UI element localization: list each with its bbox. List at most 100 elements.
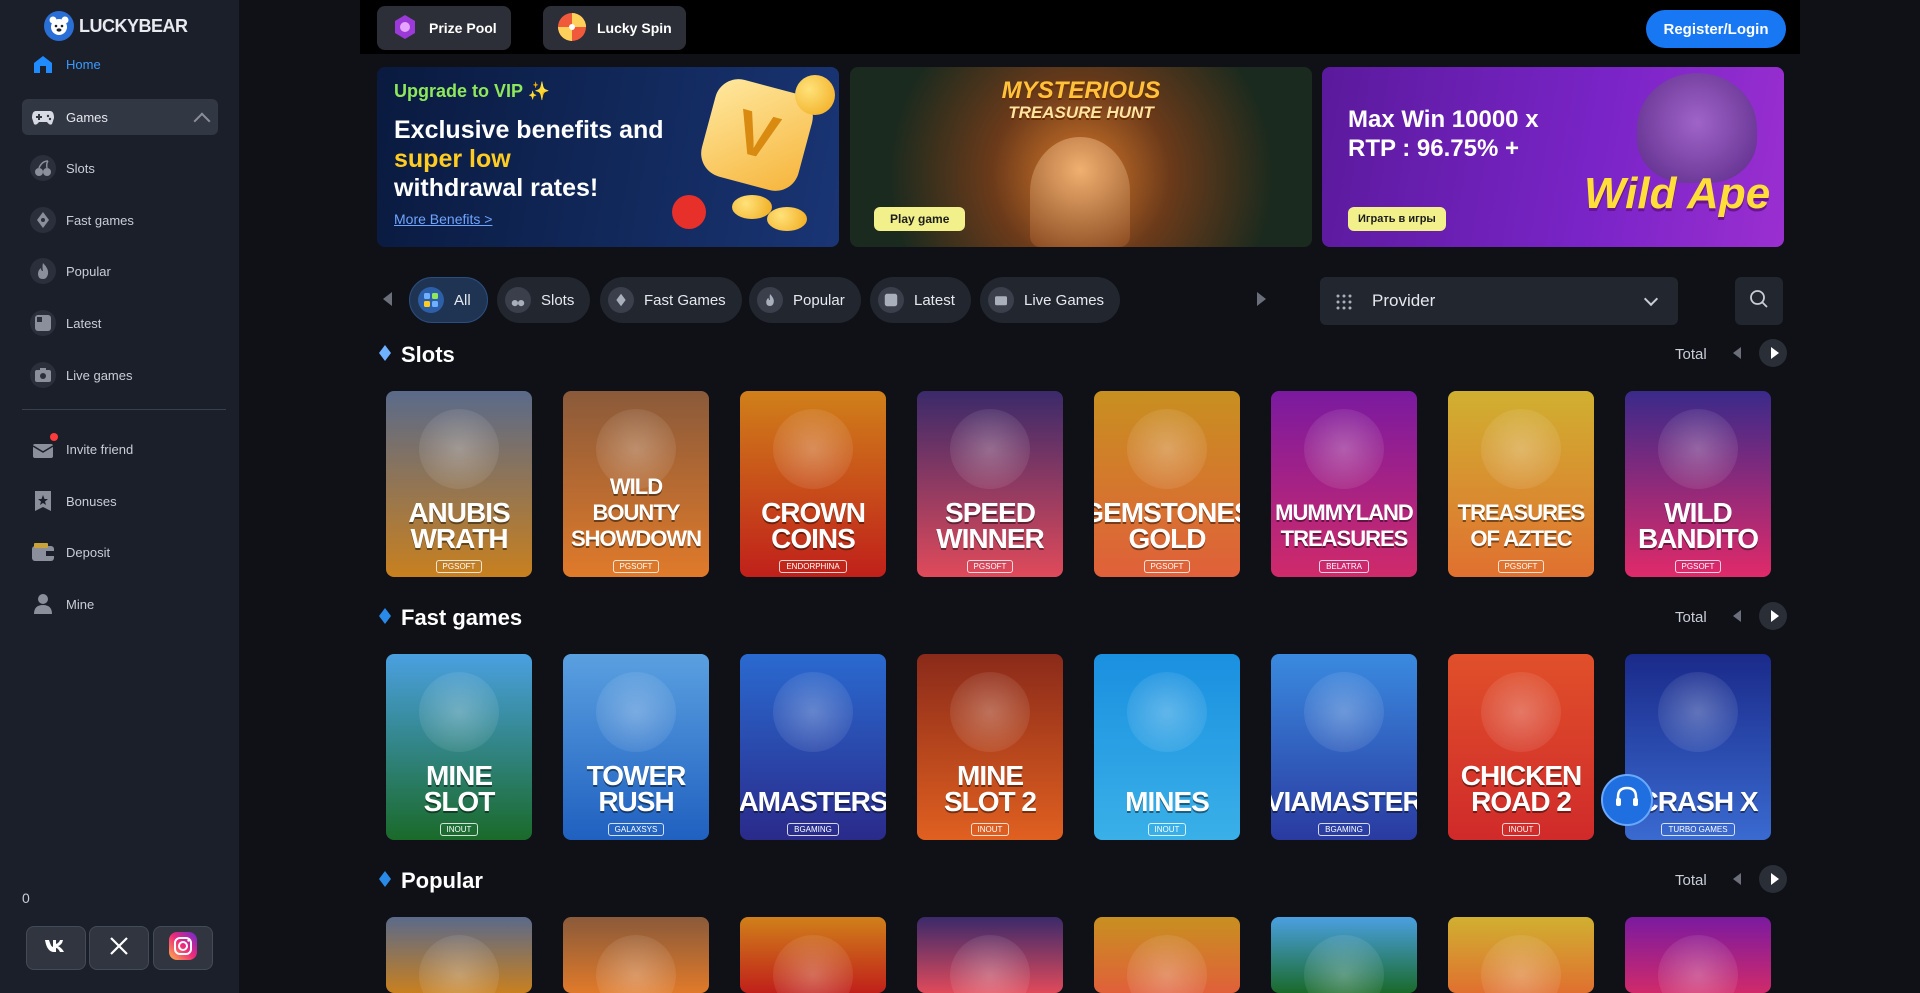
sidebar-item-mine[interactable]: Mine xyxy=(22,586,218,622)
home-icon xyxy=(30,51,56,77)
flame-icon xyxy=(30,258,56,284)
section-total-link[interactable]: Total xyxy=(1675,609,1707,626)
play-game-button[interactable]: Play game xyxy=(874,207,966,231)
game-artwork xyxy=(1127,672,1207,752)
game-card[interactable]: Gemstones Gold PGSOFT xyxy=(1094,391,1240,577)
filter-tab-label: Slots xyxy=(541,291,575,309)
game-provider-badge: INOUT xyxy=(970,823,1010,836)
game-card[interactable] xyxy=(563,917,709,993)
play-games-button[interactable]: Играть в игры xyxy=(1348,207,1446,231)
game-card[interactable]: Treasures of Aztec PGSOFT xyxy=(1448,391,1594,577)
provider-dropdown[interactable]: Provider xyxy=(1320,277,1678,325)
game-title: Aviamasters xyxy=(1271,786,1417,817)
sidebar-item-bonuses[interactable]: Bonuses xyxy=(22,483,218,519)
filter-tab-all[interactable]: All xyxy=(409,277,488,323)
game-provider-badge: PGSOFT xyxy=(1143,560,1191,573)
game-artwork xyxy=(950,672,1030,752)
section-next-arrow[interactable] xyxy=(1759,865,1787,893)
game-artwork xyxy=(773,672,853,752)
game-card[interactable] xyxy=(740,917,886,993)
section-title-label: Fast games xyxy=(401,605,523,630)
sidebar-item-label: Home xyxy=(66,56,101,72)
game-artwork xyxy=(596,935,676,993)
flame-icon xyxy=(757,287,783,313)
ape-character xyxy=(1637,73,1757,183)
sidebar-item-invite-friend[interactable]: Invite friend xyxy=(22,431,218,467)
section-next-arrow[interactable] xyxy=(1759,602,1787,630)
game-artwork xyxy=(1304,935,1384,993)
chevron-up-icon[interactable] xyxy=(193,112,211,130)
game-provider-badge: TURBO GAMES xyxy=(1661,823,1735,836)
game-card[interactable]: Aviamasters™2 BGAMING xyxy=(740,654,886,840)
chevron-down-icon xyxy=(1643,291,1659,307)
sidebar-item-popular[interactable]: Popular xyxy=(22,253,218,289)
game-card[interactable]: Wild Bandito PGSOFT xyxy=(1625,391,1771,577)
game-card[interactable]: Chicken Road 2 INOUT xyxy=(1448,654,1594,840)
play-triangle-icon xyxy=(1770,873,1779,885)
game-card[interactable]: Speed Winner PGSOFT xyxy=(917,391,1063,577)
filter-next-arrow[interactable] xyxy=(1257,292,1266,306)
search-button[interactable] xyxy=(1735,277,1783,325)
section-prev-arrow[interactable] xyxy=(1733,610,1741,622)
game-card[interactable] xyxy=(917,917,1063,993)
section-prev-arrow[interactable] xyxy=(1733,347,1741,359)
vip-banner[interactable]: Upgrade to VIP ✨ Exclusive benefits and … xyxy=(377,67,839,247)
instagram-link[interactable] xyxy=(153,926,213,970)
filter-tab-live-games[interactable]: Live Games xyxy=(980,277,1121,323)
x-link[interactable] xyxy=(89,926,149,970)
new-icon xyxy=(878,287,904,313)
brand-logo[interactable]: LUCKYBEAR xyxy=(44,11,188,41)
sidebar-item-games[interactable]: Games xyxy=(22,99,218,135)
game-card[interactable] xyxy=(1625,917,1771,993)
support-button[interactable] xyxy=(1601,774,1653,826)
sidebar-item-slots[interactable]: Slots xyxy=(22,150,218,186)
game-card[interactable] xyxy=(386,917,532,993)
game-card[interactable] xyxy=(1094,917,1240,993)
wild-ape-banner[interactable]: Max Win 10000 x RTP : 96.75% + Wild Ape … xyxy=(1322,67,1784,247)
wild-ape-title: Max Win 10000 x RTP : 96.75% + xyxy=(1348,105,1539,163)
game-provider-badge: BGAMING xyxy=(787,823,839,836)
live-camera-icon xyxy=(988,287,1014,313)
section-total-link[interactable]: Total xyxy=(1675,346,1707,363)
filter-tab-label: Latest xyxy=(914,291,955,309)
x-icon xyxy=(109,936,129,961)
lucky-spin-button[interactable]: Lucky Spin xyxy=(543,6,686,50)
section-prev-arrow[interactable] xyxy=(1733,873,1741,885)
game-artwork xyxy=(419,409,499,489)
game-card[interactable]: Mummyland Treasures BELATRA xyxy=(1271,391,1417,577)
treasure-hunt-banner[interactable]: MYSTERIOUS TREASURE HUNT Play game xyxy=(850,67,1312,247)
vip-banner-text: Exclusive benefits and super low withdra… xyxy=(394,116,704,203)
game-card[interactable]: Anubis Wrath PGSOFT xyxy=(386,391,532,577)
filter-tab-latest[interactable]: Latest xyxy=(870,277,971,323)
game-card[interactable]: Aviamasters BGAMING xyxy=(1271,654,1417,840)
star-icon xyxy=(30,488,56,514)
sidebar-item-fast-games[interactable]: Fast games xyxy=(22,202,218,238)
sidebar-item-label: Games xyxy=(66,109,108,125)
register-login-button[interactable]: Register/Login xyxy=(1646,10,1786,48)
section-next-arrow[interactable] xyxy=(1759,339,1787,367)
filter-tab-popular[interactable]: Popular xyxy=(749,277,861,323)
filter-tab-fast-games[interactable]: Fast Games xyxy=(600,277,742,323)
sidebar-item-home[interactable]: Home xyxy=(22,46,218,82)
sidebar-item-label: Deposit xyxy=(66,544,111,560)
filter-tab-slots[interactable]: Slots xyxy=(497,277,591,323)
sidebar-item-latest[interactable]: Latest xyxy=(22,305,218,341)
game-card[interactable] xyxy=(1271,917,1417,993)
headset-icon xyxy=(1613,784,1641,817)
section-total-link[interactable]: Total xyxy=(1675,872,1707,889)
sidebar-item-deposit[interactable]: Deposit xyxy=(22,534,218,570)
game-card[interactable]: Tower Rush GALAXSYS xyxy=(563,654,709,840)
game-card[interactable]: Mine Slot 2 INOUT xyxy=(917,654,1063,840)
game-card[interactable]: Mines INOUT xyxy=(1094,654,1240,840)
game-card[interactable] xyxy=(1448,917,1594,993)
filter-prev-arrow[interactable] xyxy=(383,292,392,306)
sidebar-item-label: Slots xyxy=(66,160,95,176)
game-card[interactable]: Crown Coins ENDORPHINA xyxy=(740,391,886,577)
game-card[interactable]: Mine Slot INOUT xyxy=(386,654,532,840)
sidebar-item-live-games[interactable]: Live games xyxy=(22,357,218,393)
prize-pool-button[interactable]: Prize Pool xyxy=(377,6,511,50)
coin-icon xyxy=(767,207,807,231)
vk-link[interactable] xyxy=(26,926,86,970)
more-benefits-link[interactable]: More Benefits > xyxy=(394,211,492,227)
game-card[interactable]: Wild Bounty ShowdownPGSOFT xyxy=(563,391,709,577)
